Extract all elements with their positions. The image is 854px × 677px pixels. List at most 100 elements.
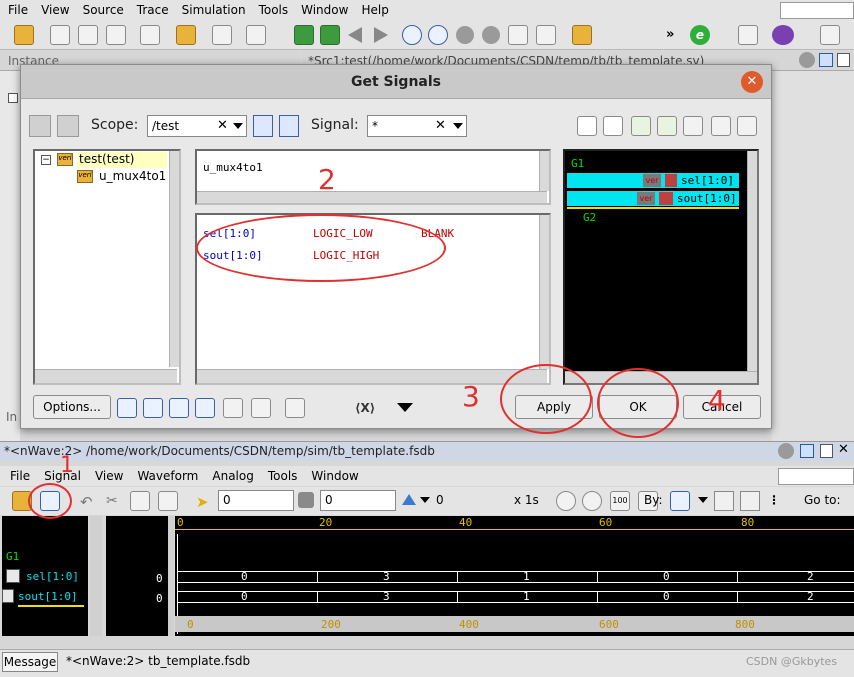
signal-filter-input[interactable]: * [367,115,467,137]
menu-help[interactable]: Help [361,3,388,17]
delta-dropdown-icon[interactable] [420,497,430,503]
e-icon[interactable]: e [690,25,710,45]
nwave-search-box[interactable] [778,468,854,485]
menu-simulation[interactable]: Simulation [182,3,246,17]
insert-icon[interactable] [657,116,677,136]
apb-icon[interactable] [820,25,840,45]
nwave-menu-analog[interactable]: Analog [212,469,253,483]
nwave-hscroll[interactable] [0,636,854,648]
folder-search-icon[interactable] [176,25,196,45]
nwave-menu-window[interactable]: Window [311,469,358,483]
name-pane-vscroll[interactable] [90,516,102,636]
paste-icon[interactable] [737,116,757,136]
trace-up-icon[interactable] [294,25,314,45]
nwave-menu-view[interactable]: View [95,469,123,483]
cursor-time-input[interactable]: 0 [218,490,294,511]
zoom-fit-icon[interactable]: 100 [610,491,630,511]
filter-bus-icon[interactable] [117,398,137,418]
nwave-tab[interactable]: *<nWave:2> tb_template.fsdb [62,652,250,672]
bottom-time-ruler[interactable]: 0 200 400 600 800 [175,616,854,632]
nav-back-icon[interactable] [29,115,51,137]
search-by-icon[interactable] [670,491,690,511]
zoom-out-icon[interactable] [556,491,576,511]
nwave-pin-icon[interactable] [800,444,814,458]
scope-browse-icon[interactable] [253,115,273,137]
scope-clear-icon[interactable]: ✕ [217,118,228,133]
scope-input[interactable]: /test [147,115,247,137]
hierarchy-icon[interactable] [106,25,126,45]
add-group-icon[interactable] [631,116,651,136]
menu-tools[interactable]: Tools [259,3,289,17]
marker-time-input[interactable]: 0 [320,490,396,511]
group-signal-row[interactable]: ver sel[1:0] [567,173,739,188]
dropdown-triangle-icon[interactable] [397,403,413,412]
gear-icon[interactable] [799,52,815,68]
delete-all-icon[interactable] [577,116,597,136]
group-vscroll[interactable] [747,151,757,373]
menu-view[interactable]: View [41,3,69,17]
add-icon[interactable] [738,25,758,45]
group-name-g1[interactable]: G1 [571,157,584,170]
scope-dropdown-icon[interactable] [233,123,243,129]
bookmark-icon[interactable] [572,25,592,45]
options-button[interactable]: Options... [33,395,111,419]
nwave-signal-name[interactable]: sout[1:0] [18,590,78,603]
filter-input-icon[interactable] [143,398,163,418]
tree-hscroll[interactable] [35,369,177,383]
filter-output-icon[interactable] [169,398,189,418]
load-icon[interactable] [428,25,448,45]
window-icon[interactable] [140,25,160,45]
group-name-g2[interactable]: G2 [583,211,596,224]
nwave-gear-icon[interactable] [778,443,794,459]
nwave-close-icon[interactable]: ✕ [838,442,849,457]
back-arrow-icon[interactable] [348,27,362,43]
nwave-menu-file[interactable]: File [10,469,30,483]
cut-icon[interactable] [683,116,703,136]
nwave-menu-waveform[interactable]: Waveform [137,469,198,483]
cursor-arrow-icon[interactable]: ➤ [196,493,209,511]
more-icon[interactable] [285,398,305,418]
marker-icon[interactable] [298,492,314,508]
copy-icon[interactable] [711,116,731,136]
edit-icon[interactable] [212,25,232,45]
pin-icon[interactable] [819,53,833,67]
tree-item-test[interactable]: test(test) [77,152,167,168]
search-next-icon[interactable] [740,491,760,511]
pane-splitter[interactable] [168,516,174,636]
menu-file[interactable]: File [8,3,28,17]
schematic-icon[interactable] [78,25,98,45]
tree-item-u-mux4to1[interactable]: u_mux4to1 [99,169,166,183]
nav-forward-icon[interactable] [57,115,79,137]
zoom-in-icon[interactable] [582,491,602,511]
tree-vscroll[interactable] [169,151,179,367]
open-folder-icon[interactable] [14,25,34,45]
uvm-icon[interactable] [772,25,794,45]
copy-instance-icon[interactable] [508,25,528,45]
signal-dropdown-icon[interactable] [453,123,463,129]
menu-source[interactable]: Source [83,3,124,17]
signal-clear-icon[interactable]: ✕ [435,118,446,133]
hier-copy-icon[interactable] [536,25,556,45]
nwave-signal-name[interactable]: sel[1:0] [26,570,79,583]
undo-icon[interactable]: ↶ [80,493,93,511]
tree-expand-icon[interactable]: − [41,155,51,165]
signal-vscroll[interactable] [539,215,549,369]
filter-reg-icon[interactable] [223,398,243,418]
paste-wave-icon[interactable] [158,491,178,511]
float-icon[interactable] [837,53,850,67]
down-icon[interactable] [482,26,500,44]
cut-wave-icon[interactable]: ✂ [106,493,118,509]
nwave-float-icon[interactable] [820,444,833,458]
nwave-menu-tools[interactable]: Tools [268,469,298,483]
menu-window[interactable]: Window [301,3,348,17]
top-search-box[interactable] [780,2,854,19]
close-icon[interactable]: ✕ [741,71,763,93]
scope-find-icon[interactable] [279,115,299,137]
menu-trace[interactable]: Trace [137,3,169,17]
overflow-chevron-icon[interactable]: » [666,27,674,42]
filter-inout-icon[interactable] [195,398,215,418]
search-prev-icon[interactable] [714,491,734,511]
message-tab[interactable]: Message [2,652,58,672]
group-signal-row[interactable]: ver sout[1:0] [567,191,739,206]
nwave-group-name[interactable]: G1 [6,550,19,563]
